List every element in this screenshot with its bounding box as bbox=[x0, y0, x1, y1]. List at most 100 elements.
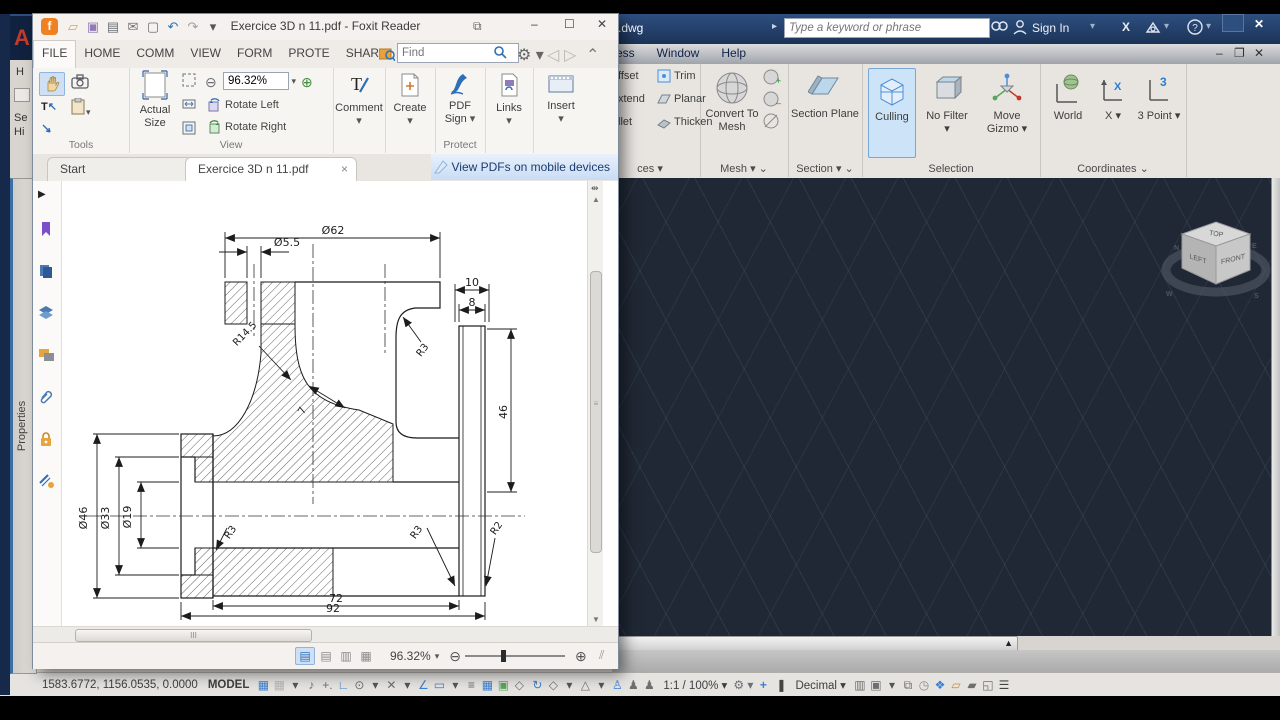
scroll-down-icon[interactable]: ▼ bbox=[592, 615, 600, 624]
zoom-out-icon[interactable]: ⊖ bbox=[205, 74, 217, 91]
plot-preview-icon[interactable]: ▰ bbox=[964, 676, 980, 694]
gizmo-dropdown[interactable]: ▾ bbox=[593, 676, 609, 694]
grid-display-icon[interactable]: ▦ bbox=[255, 676, 271, 694]
a360-dropdown[interactable]: ▾ bbox=[1164, 21, 1169, 32]
snap-dropdown[interactable]: ▾ bbox=[287, 676, 303, 694]
menu-item[interactable]: Window bbox=[657, 46, 700, 60]
dynamic-ucs-icon[interactable]: ▭ bbox=[431, 676, 447, 694]
layers-icon[interactable] bbox=[38, 305, 56, 323]
osnap-dropdown[interactable]: ▾ bbox=[399, 676, 415, 694]
signature-icon[interactable] bbox=[38, 473, 56, 491]
zoom-percent-value[interactable]: 96.32% bbox=[390, 649, 431, 663]
infer-constraints-icon[interactable]: ♪ bbox=[303, 676, 319, 694]
doc-restore-button[interactable]: ❐ bbox=[1234, 46, 1245, 60]
continuous-view-icon[interactable]: ▤ bbox=[317, 648, 335, 664]
sign-in-person-icon[interactable] bbox=[1012, 18, 1028, 39]
zoom-level-input[interactable] bbox=[223, 72, 289, 90]
viewport-vscrollbar[interactable] bbox=[1271, 178, 1280, 636]
pages-icon[interactable] bbox=[38, 263, 56, 281]
annotation-scale-value[interactable]: 1:1 / 100% ▾ bbox=[663, 678, 727, 692]
zoom-level-combo[interactable]: ▾ bbox=[223, 72, 296, 90]
autocad-logo[interactable]: A bbox=[10, 16, 34, 60]
world-ucs-button[interactable]: World bbox=[1046, 68, 1090, 156]
hscroll-thumb[interactable]: III bbox=[75, 629, 312, 642]
ribbon-tab[interactable]: COMM bbox=[128, 40, 182, 68]
nav-forward-icon[interactable]: ▷ bbox=[564, 45, 576, 65]
app-close-button[interactable]: ✕ bbox=[1248, 17, 1270, 35]
zoom-slider-track[interactable] bbox=[465, 655, 565, 657]
open-folder-icon[interactable]: ▱ bbox=[948, 676, 964, 694]
bookmarks-icon[interactable] bbox=[38, 221, 56, 239]
fit-visible-icon[interactable] bbox=[181, 120, 197, 139]
isolate-objects-icon[interactable]: ⧉ bbox=[900, 676, 916, 694]
thicken-icon[interactable] bbox=[656, 114, 672, 135]
help-icon[interactable]: ? bbox=[1186, 18, 1204, 39]
polar-tracking-icon[interactable]: ⊙ bbox=[351, 676, 367, 694]
object-snap-icon[interactable]: ✕ bbox=[383, 676, 399, 694]
split-view-handle[interactable]: ⇹ bbox=[591, 183, 599, 194]
exchange-apps-icon[interactable]: X bbox=[1122, 20, 1130, 34]
filter-dropdown[interactable]: ▾ bbox=[561, 676, 577, 694]
tab-start[interactable]: Start bbox=[47, 157, 193, 182]
x-axis-dropdown[interactable]: ▾ bbox=[1115, 110, 1121, 122]
transparency-icon[interactable]: ▦ bbox=[479, 676, 495, 694]
units-ruler-icon[interactable]: ❚ bbox=[773, 676, 789, 694]
rotate-right-label[interactable]: Rotate Right bbox=[225, 121, 286, 133]
nav-back-icon[interactable]: ◁ bbox=[547, 45, 559, 65]
lock-dropdown[interactable]: ▾ bbox=[884, 676, 900, 694]
pdf-sign-button[interactable]: PDF Sign ▾ bbox=[437, 70, 483, 126]
find-magnifier-icon[interactable] bbox=[493, 45, 507, 64]
panel-label-mesh[interactable]: Mesh ▾ ⌄ bbox=[700, 162, 788, 175]
zoom-in-icon[interactable]: ⊕ bbox=[301, 74, 313, 91]
zoom-slider-thumb[interactable] bbox=[501, 650, 506, 662]
autoscale-icon[interactable]: ♟ bbox=[625, 676, 641, 694]
links-button[interactable]: Links ▾ bbox=[487, 72, 531, 128]
smooth-more-icon[interactable]: + bbox=[762, 68, 782, 91]
viewcube[interactable]: N E W S TOP LEFT FRONT bbox=[1158, 206, 1274, 316]
resize-grip[interactable]: ⫽ bbox=[599, 648, 604, 663]
mobile-banner[interactable]: View PDFs on mobile devices bbox=[431, 154, 618, 180]
menu-item[interactable]: Help bbox=[721, 46, 746, 60]
fit-width-icon[interactable] bbox=[181, 96, 197, 115]
sign-in-dropdown[interactable]: ▾ bbox=[1090, 21, 1095, 32]
extend-button-label[interactable]: xtend bbox=[618, 93, 645, 105]
clipboard-icon[interactable]: ▾ bbox=[71, 97, 91, 118]
fillet-button-label[interactable]: llet bbox=[618, 116, 632, 128]
ribbon-tab[interactable]: PROTE bbox=[280, 40, 337, 68]
rotate-left-label[interactable]: Rotate Left bbox=[225, 99, 279, 111]
attachments-icon[interactable] bbox=[38, 389, 56, 407]
panel-label-selection[interactable]: Selection bbox=[862, 163, 1040, 175]
three-point-dropdown[interactable]: ▾ bbox=[1175, 110, 1181, 122]
maximize-button[interactable]: ☐ bbox=[564, 17, 575, 31]
ribbon-tab[interactable]: HOME bbox=[76, 40, 128, 68]
fit-page-icon[interactable] bbox=[181, 72, 197, 91]
comment-button[interactable]: T Comment ▾ bbox=[335, 72, 383, 128]
snap-mode-icon[interactable]: ▦ bbox=[271, 676, 287, 694]
app-restore-button[interactable] bbox=[1222, 14, 1244, 32]
panel-label-coordinates[interactable]: Coordinates ⌄ bbox=[1040, 162, 1186, 175]
no-filter-dropdown[interactable]: ▾ bbox=[920, 123, 974, 136]
section-plane-button[interactable]: Section Plane bbox=[788, 108, 862, 121]
rotate-right-icon[interactable] bbox=[207, 120, 222, 137]
infocenter-search-icon[interactable] bbox=[990, 18, 1008, 39]
comments-icon[interactable] bbox=[38, 347, 56, 365]
close-button[interactable]: ✕ bbox=[597, 17, 607, 31]
viewport-lock-icon[interactable]: ▣ bbox=[868, 676, 884, 694]
ducs-dropdown[interactable]: ▾ bbox=[447, 676, 463, 694]
smooth-less-icon[interactable]: – bbox=[762, 90, 782, 113]
collapse-ribbon-icon[interactable]: ⌃ bbox=[586, 45, 599, 65]
x-axis-button[interactable]: X X ▾ bbox=[1094, 68, 1132, 156]
infocenter-flyout-icon[interactable]: ▸ bbox=[772, 21, 777, 32]
zoom-dropdown[interactable]: ▾ bbox=[435, 651, 440, 662]
security-lock-icon[interactable] bbox=[38, 431, 56, 449]
trim-icon[interactable] bbox=[656, 68, 672, 89]
select-text-icon[interactable]: T↖ bbox=[41, 100, 57, 113]
command-expand-icon[interactable]: ▲ bbox=[1004, 638, 1013, 648]
actual-size-button[interactable]: Actual Size bbox=[133, 70, 177, 130]
selection-cycling-icon[interactable]: ▣ bbox=[495, 676, 511, 694]
page-hscrollbar[interactable]: III bbox=[33, 626, 618, 643]
refine-mesh-icon[interactable] bbox=[762, 112, 782, 135]
planar-icon[interactable] bbox=[656, 91, 672, 112]
plot-icon[interactable]: ❖ bbox=[932, 676, 948, 694]
scroll-up-icon[interactable]: ▲ bbox=[592, 195, 600, 204]
